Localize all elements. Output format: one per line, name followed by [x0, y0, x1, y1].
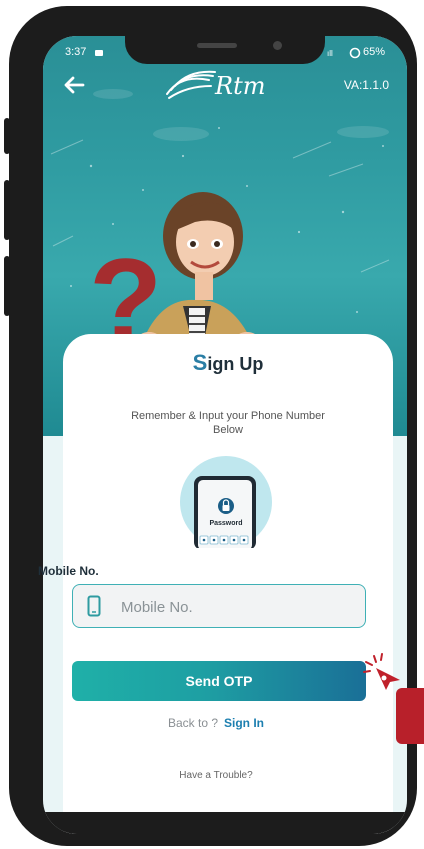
- app-screen: ? 3:37 ıll 65% Rtm VA:1.1.0 Sign Up Reme…: [43, 36, 407, 834]
- system-navbar: [43, 812, 407, 834]
- phone-side-button: [4, 118, 10, 154]
- battery-icon: [349, 47, 361, 62]
- back-prompt: Back to ?: [167, 716, 219, 730]
- trouble-link[interactable]: Have a Trouble?: [34, 770, 398, 781]
- speaker-grill: [197, 43, 237, 48]
- notification-icon: [95, 48, 105, 60]
- sign-in-link[interactable]: Sign In: [224, 716, 264, 730]
- mobile-input[interactable]: [119, 595, 353, 619]
- back-to-signin: Back to ? Sign In: [34, 716, 398, 730]
- front-camera: [273, 41, 282, 50]
- app-logo: Rtm: [161, 64, 281, 108]
- tap-cursor-icon: [360, 650, 406, 690]
- signal-icon: ıll: [327, 47, 345, 60]
- side-tab[interactable]: [396, 688, 424, 744]
- svg-text:ıll: ıll: [327, 49, 333, 57]
- illustration-label: Password: [209, 520, 242, 527]
- mobile-field[interactable]: [72, 584, 366, 628]
- logo-text: Rtm: [215, 72, 266, 100]
- mobile-label: Mobile No.: [38, 564, 99, 578]
- send-otp-button[interactable]: Send OTP: [72, 661, 366, 701]
- mobile-phone-icon: [87, 595, 101, 617]
- phone-side-button: [4, 180, 10, 240]
- phone-side-button: [4, 256, 10, 316]
- title-initial: S: [192, 350, 208, 375]
- password-phone-icon: Password: [176, 456, 276, 550]
- title-rest: ign Up: [207, 354, 264, 374]
- page-title: Sign Up: [63, 350, 393, 376]
- signup-subtitle: Remember & Input your Phone Number Below: [131, 410, 325, 436]
- battery-percent: 65%: [363, 46, 386, 58]
- camera-notch: [125, 36, 325, 64]
- status-time: 3:37: [65, 46, 87, 58]
- app-version: VA:1.1.0: [343, 78, 389, 92]
- back-arrow-icon[interactable]: [61, 72, 87, 98]
